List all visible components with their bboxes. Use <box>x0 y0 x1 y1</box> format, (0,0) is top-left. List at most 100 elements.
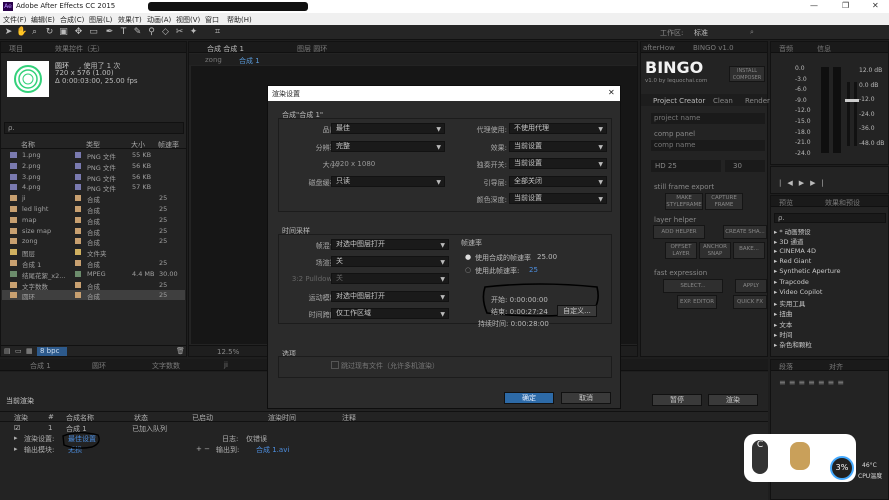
camera-tool-icon[interactable]: ▣ <box>58 27 69 38</box>
effect-category[interactable]: ▸ 3D 通道 <box>774 236 804 246</box>
minimize-icon[interactable]: — <box>810 1 818 10</box>
effects-search[interactable]: ρ. <box>774 213 886 223</box>
tab-paragraph[interactable]: 段落 <box>779 362 793 372</box>
dialog-close-icon[interactable]: ✕ <box>608 88 615 97</box>
output-module-expand-icon[interactable]: ▸ <box>14 445 18 453</box>
tab-render[interactable]: Render <box>745 97 770 105</box>
brush-tool-icon[interactable]: ✎ <box>132 27 143 38</box>
label-color-icon[interactable] <box>75 206 81 212</box>
radio-this-fps-icon[interactable]: ○ <box>465 266 471 274</box>
quality-select[interactable]: 最佳 ▼ <box>331 123 445 134</box>
project-row[interactable]: map 合成 25 <box>2 215 185 226</box>
menu-window[interactable]: 窗口 <box>205 15 219 25</box>
effect-category[interactable]: ▸ CINEMA 4D <box>774 247 816 255</box>
hd-select[interactable]: HD 25 <box>651 160 721 172</box>
trash-icon[interactable]: 🗑 <box>176 347 185 355</box>
menu-composition[interactable]: 合成(C) <box>60 15 84 25</box>
project-row[interactable]: ji 合成 25 <box>2 193 185 204</box>
project-row[interactable]: 文字数数 合成 25 <box>2 280 185 291</box>
effect-category[interactable]: ▸ Synthetic Aperture <box>774 267 841 275</box>
project-name-field[interactable]: project name <box>651 113 765 124</box>
render-button[interactable]: 渲染 <box>708 394 758 406</box>
render-settings-expand-icon[interactable]: ▸ <box>14 434 18 442</box>
pen-tool-icon[interactable]: ✒ <box>104 27 115 38</box>
roto-tool-icon[interactable]: ✂ <box>174 27 185 38</box>
label-color-icon[interactable] <box>75 260 81 266</box>
selection-tool-icon[interactable]: ➤ <box>3 27 14 38</box>
tab-comp[interactable]: 合成 合成 1 <box>207 44 244 54</box>
exp-editor-button[interactable]: EXP. EDITOR <box>677 295 717 309</box>
close-icon[interactable]: ✕ <box>872 1 879 10</box>
tab-effect-controls[interactable]: 效果控件（无） <box>55 44 104 54</box>
effect-category[interactable]: ▸ Trapcode <box>774 278 809 286</box>
folder-icon[interactable]: ▭ <box>15 347 22 355</box>
label-color-icon[interactable] <box>75 227 81 234</box>
effect-category[interactable]: ▸ 时间 <box>774 329 792 339</box>
duration-field[interactable]: 30 <box>725 160 765 172</box>
text-tool-icon[interactable]: T <box>118 27 129 38</box>
guide-layers-select[interactable]: 全部关闭 ▼ <box>509 176 607 187</box>
volume-slider-left[interactable] <box>845 99 852 102</box>
label-color-icon[interactable] <box>75 249 81 256</box>
project-row[interactable]: zong 合成 25 <box>2 236 185 247</box>
project-row[interactable]: 4.png PNG 文件 57 KB <box>2 182 185 193</box>
label-color-icon[interactable] <box>75 173 81 180</box>
project-row[interactable]: 圆环 合成 25 <box>2 290 185 301</box>
project-row[interactable]: 1.png PNG 文件 55 KB <box>2 150 185 161</box>
snap-icon[interactable]: ⌗ <box>212 27 223 38</box>
bake-button[interactable]: BAKE... <box>733 242 765 259</box>
hand-tool-icon[interactable]: ✋ <box>16 27 27 38</box>
search-help-icon[interactable]: ⌕ <box>750 28 754 37</box>
output-to-link[interactable]: 合成 1.avi <box>256 445 289 455</box>
widget-toggle-icon[interactable]: C <box>752 440 768 474</box>
project-search[interactable]: ρ. <box>4 122 184 134</box>
effect-category[interactable]: ▸ * 动画预设 <box>774 226 811 236</box>
menu-effect[interactable]: 效果(T) <box>118 15 142 25</box>
tab-afterhow[interactable]: afterHow <box>643 44 675 52</box>
tab-timeline-text[interactable]: 文字数数 <box>152 361 180 371</box>
this-fps-value[interactable]: 25 <box>529 266 538 274</box>
expression-select[interactable]: SELECT... <box>663 279 723 293</box>
tab-effects-presets[interactable]: 效果和预设 <box>825 198 860 208</box>
workspace-select[interactable]: 标准 <box>694 28 708 38</box>
effect-category[interactable]: ▸ 杂色和颗粒 <box>774 339 812 349</box>
tab-timeline-ji[interactable]: ji <box>224 361 228 369</box>
comp-name-field[interactable]: comp name <box>651 140 765 151</box>
bpc-button[interactable]: 8 bpc <box>37 347 67 356</box>
resolution-select[interactable]: 完整 ▼ <box>331 141 445 152</box>
cancel-button[interactable]: 取消 <box>561 392 611 404</box>
tab-timeline-comp1[interactable]: 合成 1 <box>30 361 51 371</box>
eraser-tool-icon[interactable]: ◇ <box>160 27 171 38</box>
menu-animation[interactable]: 动画(A) <box>147 15 171 25</box>
project-row[interactable]: 图层 文件夹 <box>2 247 185 258</box>
tab-clean[interactable]: Clean <box>713 97 733 105</box>
capture-frame-button[interactable]: CAPTURE FRAME <box>705 193 743 210</box>
rect-tool-icon[interactable]: ▭ <box>88 27 99 38</box>
project-row[interactable]: 3.png PNG 文件 56 KB <box>2 172 185 183</box>
menu-file[interactable]: 文件(F) <box>3 15 27 25</box>
install-composer-button[interactable]: INSTALL COMPOSER <box>729 66 765 82</box>
offset-layer-button[interactable]: OFFSET LAYER <box>665 242 697 259</box>
effect-category[interactable]: ▸ Video Copilot <box>774 288 822 296</box>
interpret-icon[interactable]: ▤ <box>4 347 11 355</box>
crumb-comp1[interactable]: 合成 1 <box>239 56 260 66</box>
new-comp-icon[interactable]: ▦ <box>26 347 33 355</box>
radio-comp-fps-icon[interactable]: ● <box>465 253 471 261</box>
col-size[interactable]: 大小 <box>131 140 145 150</box>
align-buttons-icon[interactable]: ≡≡≡≡≡≡≡ <box>779 378 847 387</box>
anchor-snap-button[interactable]: ANCHOR SNAP <box>699 242 731 259</box>
last-frame-icon[interactable]: ▶| <box>810 179 830 187</box>
tab-info[interactable]: 信息 <box>817 44 831 54</box>
effect-category[interactable]: ▸ 文本 <box>774 319 792 329</box>
label-color-icon[interactable] <box>75 292 81 299</box>
volume-slider-right[interactable] <box>852 99 859 102</box>
play-icon[interactable]: ▶ <box>799 179 810 187</box>
make-styleframe-button[interactable]: MAKE STYLEFRAME <box>665 193 703 210</box>
stamp-tool-icon[interactable]: ⚲ <box>146 27 157 38</box>
tab-align[interactable]: 对齐 <box>829 362 843 372</box>
render-queue-row[interactable]: ☑ 1 合成 1 已加入队列 <box>0 423 768 433</box>
col-name[interactable]: 名称 <box>21 140 35 150</box>
label-color-icon[interactable] <box>75 270 81 277</box>
effects-select[interactable]: 当前设置 ▼ <box>509 141 607 152</box>
log-select[interactable]: 仅错误 <box>246 434 267 444</box>
